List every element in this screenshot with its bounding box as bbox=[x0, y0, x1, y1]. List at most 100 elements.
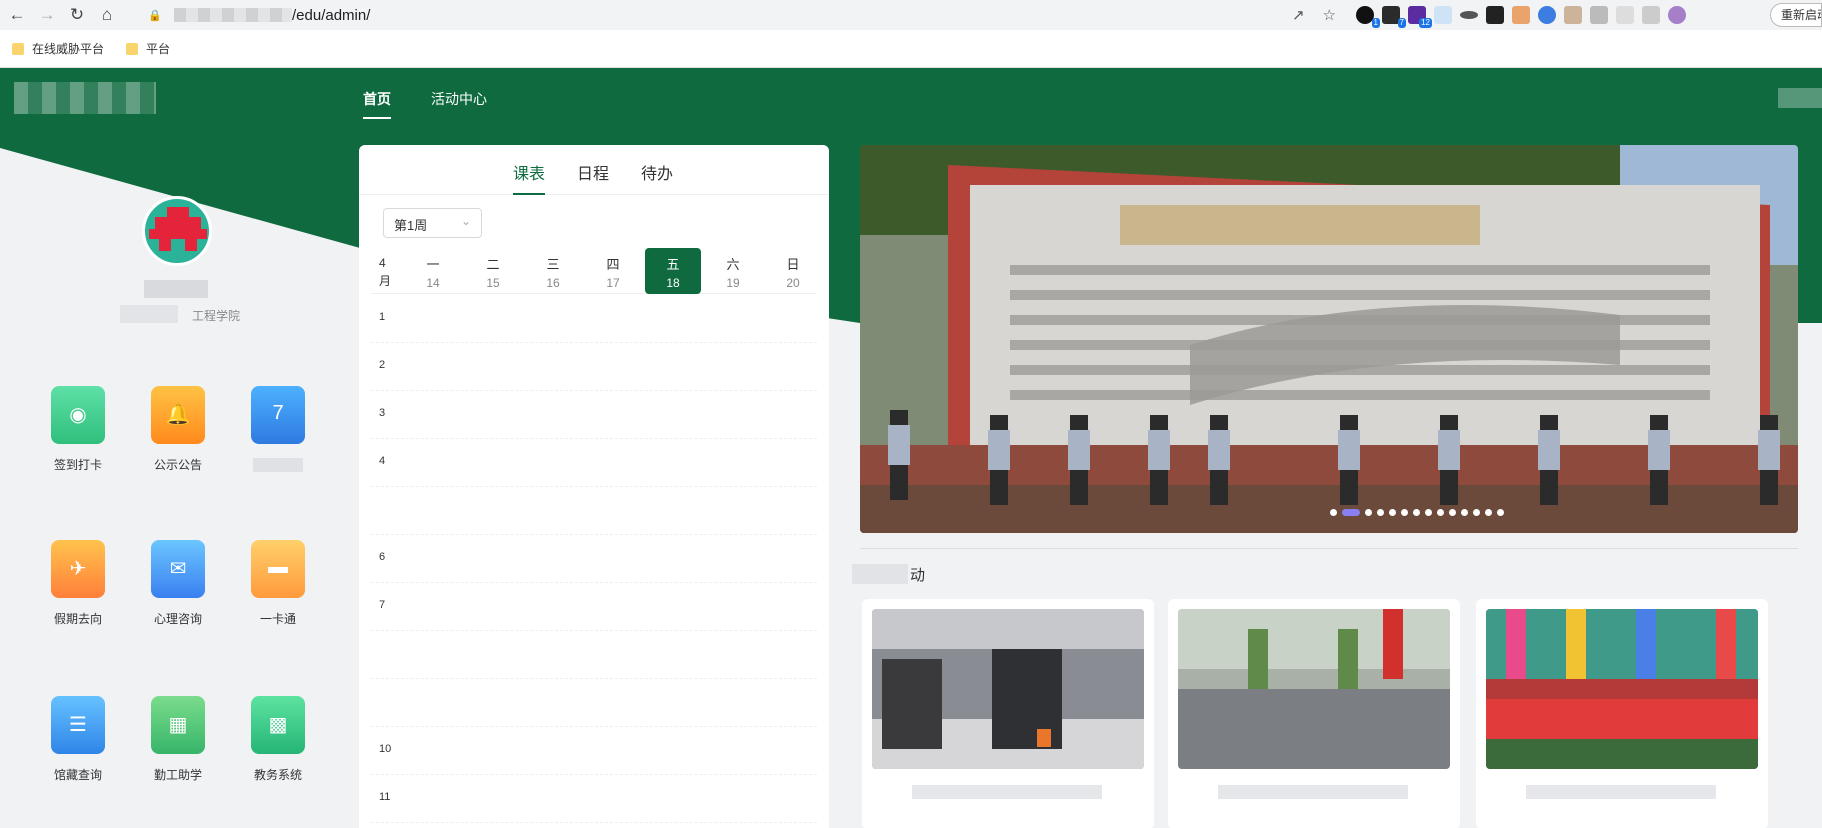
site-logo-redacted[interactable] bbox=[14, 82, 156, 114]
profile-name-redacted bbox=[144, 280, 208, 298]
period-row[interactable]: 7 bbox=[371, 583, 817, 631]
carousel-dot[interactable] bbox=[1413, 509, 1420, 516]
extension-icon[interactable] bbox=[1590, 6, 1608, 24]
activity-card[interactable] bbox=[1476, 599, 1768, 828]
grad-cap-icon[interactable]: 12 bbox=[1408, 6, 1432, 28]
hourglass-icon[interactable] bbox=[1434, 6, 1452, 24]
period-row[interactable] bbox=[371, 679, 817, 727]
banner-carousel[interactable] bbox=[860, 145, 1798, 533]
extension-icon[interactable] bbox=[1564, 6, 1582, 24]
app-academic[interactable]: ▩ 教务系统 bbox=[228, 696, 328, 783]
app-holiday[interactable]: ✈ 假期去向 bbox=[28, 540, 128, 627]
forward-icon[interactable]: → bbox=[34, 2, 60, 28]
app-calendar[interactable]: 7 bbox=[228, 386, 328, 472]
month-label: 4 月 bbox=[379, 256, 392, 288]
carousel-dot[interactable] bbox=[1342, 509, 1360, 516]
carousel-dot[interactable] bbox=[1485, 509, 1492, 516]
app-label-redacted bbox=[253, 458, 303, 472]
url-path: /edu/admin/ bbox=[292, 6, 371, 24]
period-row[interactable]: 2 bbox=[371, 343, 817, 391]
bookmarks-bar: 在线威胁平台 平台 bbox=[0, 30, 1822, 68]
day-column-mon[interactable]: 一 14 bbox=[405, 248, 461, 294]
app-sign-in[interactable]: ◉ 签到打卡 bbox=[28, 386, 128, 473]
back-icon[interactable]: ← bbox=[4, 2, 30, 28]
nav-home[interactable]: 首页 bbox=[363, 89, 391, 119]
portal-app: 首页 活动中心 工程学院 ◉ 签到打卡 🔔 公示公告 7 ✈ 假期去向 ✉ 心理… bbox=[0, 68, 1822, 828]
activity-photo bbox=[872, 609, 1144, 769]
carousel-dot[interactable] bbox=[1425, 509, 1432, 516]
day-column-thu[interactable]: 四 17 bbox=[585, 248, 641, 294]
week-header: 4 月 一 14 二 15 三 16 四 17 五 18 六 19 日 20 bbox=[371, 248, 817, 294]
carousel-dot[interactable] bbox=[1437, 509, 1444, 516]
folder-icon bbox=[126, 42, 139, 55]
hat-icon[interactable] bbox=[1460, 11, 1478, 19]
activity-card[interactable] bbox=[1168, 599, 1460, 828]
tab-todo[interactable]: 待办 bbox=[641, 160, 673, 184]
carousel-dot[interactable] bbox=[1461, 509, 1468, 516]
tab-timetable[interactable]: 课表 bbox=[513, 160, 546, 195]
avatar[interactable] bbox=[142, 196, 212, 266]
activity-caption-redacted bbox=[1526, 785, 1716, 799]
restart-button[interactable]: 重新启动 bbox=[1770, 3, 1822, 27]
activity-card[interactable] bbox=[862, 599, 1154, 828]
period-row[interactable]: 4 bbox=[371, 439, 817, 487]
bookmark-item[interactable]: 在线威胁平台 bbox=[12, 40, 104, 57]
activity-caption-redacted bbox=[1218, 785, 1408, 799]
share-icon[interactable]: ↗ bbox=[1292, 6, 1305, 24]
extension-icon[interactable]: 1 bbox=[1356, 6, 1380, 28]
period-row[interactable]: 3 bbox=[371, 391, 817, 439]
period-row[interactable]: 1 bbox=[371, 295, 817, 343]
carousel-dot[interactable] bbox=[1330, 509, 1337, 516]
nav-activity-center[interactable]: 活动中心 bbox=[431, 89, 487, 109]
day-column-fri-today[interactable]: 五 18 bbox=[645, 248, 701, 294]
carousel-dot[interactable] bbox=[1497, 509, 1504, 516]
period-row[interactable]: 6 bbox=[371, 535, 817, 583]
schedule-tabs: 课表 日程 待办 bbox=[359, 145, 829, 195]
day-column-sun[interactable]: 日 20 bbox=[765, 248, 821, 294]
user-menu-redacted[interactable] bbox=[1778, 88, 1822, 108]
eye-icon[interactable] bbox=[1538, 6, 1556, 24]
carousel-dot[interactable] bbox=[1401, 509, 1408, 516]
address-bar[interactable]: 🔒 /edu/admin/ ↗ ☆ bbox=[138, 2, 1352, 28]
carousel-dot[interactable] bbox=[1389, 509, 1396, 516]
bell-icon: 🔔 bbox=[151, 386, 205, 444]
app-counseling[interactable]: ✉ 心理咨询 bbox=[128, 540, 228, 627]
extension-icon[interactable] bbox=[1642, 6, 1660, 24]
extension-icon[interactable]: 7 bbox=[1382, 6, 1406, 28]
tab-agenda[interactable]: 日程 bbox=[577, 160, 609, 184]
extension-icon[interactable] bbox=[1512, 6, 1530, 24]
period-row[interactable]: 10 bbox=[371, 727, 817, 775]
profile-avatar-icon[interactable] bbox=[1668, 6, 1686, 24]
extension-icon[interactable] bbox=[1616, 6, 1634, 24]
briefcase-icon: ▦ bbox=[151, 696, 205, 754]
section-divider bbox=[860, 548, 1798, 549]
chat-icon: ✉ bbox=[151, 540, 205, 598]
app-campus-card[interactable]: ▬ 一卡通 bbox=[228, 540, 328, 627]
carousel-dot[interactable] bbox=[1365, 509, 1372, 516]
profile-department-redacted bbox=[120, 305, 178, 323]
bookmark-star-icon[interactable]: ☆ bbox=[1323, 6, 1336, 24]
carousel-indicators bbox=[1330, 509, 1504, 516]
book-icon: ☰ bbox=[51, 696, 105, 754]
day-column-tue[interactable]: 二 15 bbox=[465, 248, 521, 294]
agent-icon[interactable] bbox=[1486, 6, 1504, 24]
carousel-dot[interactable] bbox=[1449, 509, 1456, 516]
home-icon[interactable]: ⌂ bbox=[94, 2, 120, 28]
app-work-study[interactable]: ▦ 勤工助学 bbox=[128, 696, 228, 783]
banner-photo bbox=[860, 145, 1798, 533]
period-row[interactable] bbox=[371, 631, 817, 679]
day-column-wed[interactable]: 三 16 bbox=[525, 248, 581, 294]
activity-title-redacted bbox=[852, 564, 908, 584]
period-row[interactable] bbox=[371, 487, 817, 535]
app-announcements[interactable]: 🔔 公示公告 bbox=[128, 386, 228, 473]
carousel-dot[interactable] bbox=[1473, 509, 1480, 516]
day-column-sat[interactable]: 六 19 bbox=[705, 248, 761, 294]
top-navigation: 首页 活动中心 bbox=[0, 68, 1822, 130]
week-select[interactable]: 第1周 ⌄ bbox=[383, 208, 482, 238]
app-library[interactable]: ☰ 馆藏查询 bbox=[28, 696, 128, 783]
period-row[interactable]: 11 bbox=[371, 775, 817, 823]
bookmark-item[interactable]: 平台 bbox=[126, 40, 170, 57]
reload-icon[interactable]: ↻ bbox=[64, 2, 90, 28]
activity-caption-redacted bbox=[912, 785, 1102, 799]
carousel-dot[interactable] bbox=[1377, 509, 1384, 516]
